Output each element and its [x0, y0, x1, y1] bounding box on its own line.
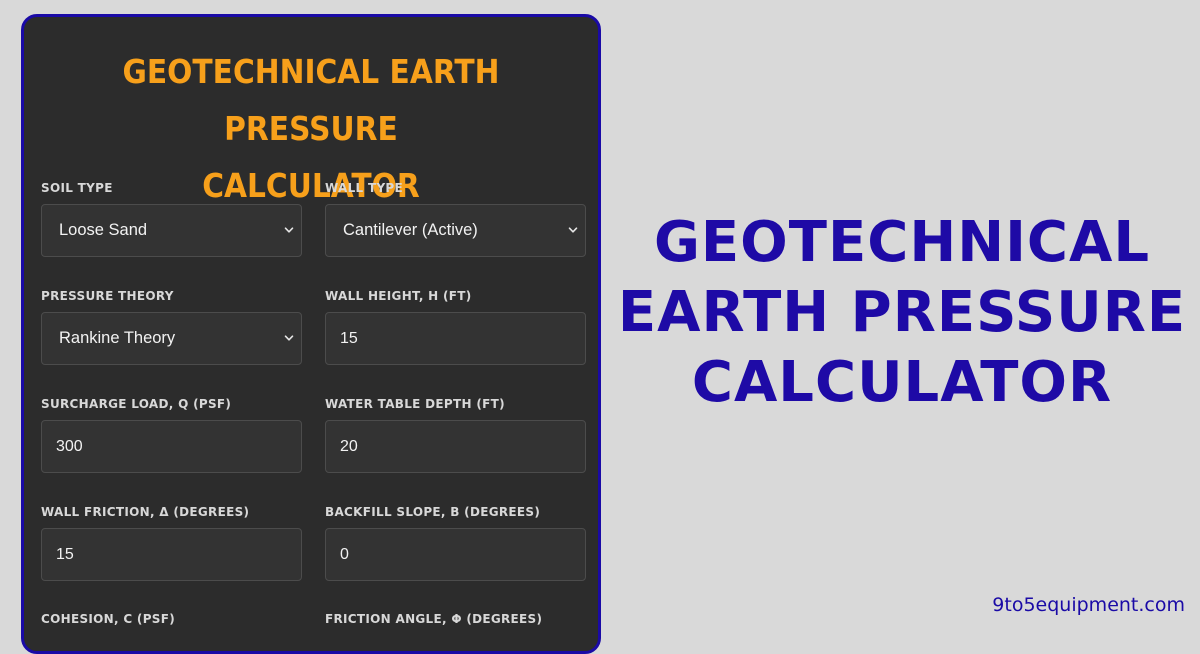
- hero-title-line3: CALCULATOR: [691, 350, 1113, 415]
- wall-type-label: WALL TYPE: [325, 181, 404, 195]
- wall-height-field: WALL HEIGHT, H (FT) 15: [325, 287, 586, 365]
- friction-angle-label: FRICTION ANGLE, Φ (DEGREES): [325, 612, 543, 626]
- backfill-slope-field: BACKFILL SLOPE, Β (DEGREES) 0: [325, 503, 586, 581]
- wall-friction-field: WALL FRICTION, Δ (DEGREES) 15: [41, 503, 302, 581]
- soil-type-select[interactable]: Loose Sand: [41, 204, 302, 257]
- water-table-depth-field: WATER TABLE DEPTH (FT) 20: [325, 395, 586, 473]
- wall-height-label: WALL HEIGHT, H (FT): [325, 289, 472, 303]
- pressure-theory-value: Rankine Theory: [59, 329, 176, 347]
- wall-type-field: WALL TYPE Cantilever (Active): [325, 179, 586, 257]
- surcharge-load-input[interactable]: 300: [41, 420, 302, 473]
- pressure-theory-label: PRESSURE THEORY: [41, 289, 174, 303]
- chevron-down-icon: [284, 335, 294, 341]
- chevron-down-icon: [284, 227, 294, 233]
- wall-type-value: Cantilever (Active): [343, 221, 478, 239]
- calculator-title-line1: GEOTECHNICAL EARTH PRESSURE: [122, 52, 500, 148]
- pressure-theory-field: PRESSURE THEORY Rankine Theory: [41, 287, 302, 365]
- cohesion-field: COHESION, C (PSF): [41, 610, 302, 628]
- backfill-slope-input[interactable]: 0: [325, 528, 586, 581]
- wall-friction-label: WALL FRICTION, Δ (DEGREES): [41, 505, 250, 519]
- soil-type-label: SOIL TYPE: [41, 181, 113, 195]
- hero-title-line2: EARTH PRESSURE: [617, 280, 1187, 345]
- wall-type-select[interactable]: Cantilever (Active): [325, 204, 586, 257]
- calculator-card: GEOTECHNICAL EARTH PRESSURE CALCULATOR S…: [21, 14, 601, 654]
- surcharge-load-label: SURCHARGE LOAD, Q (PSF): [41, 397, 232, 411]
- surcharge-load-field: SURCHARGE LOAD, Q (PSF) 300: [41, 395, 302, 473]
- chevron-down-icon: [568, 227, 578, 233]
- backfill-slope-label: BACKFILL SLOPE, Β (DEGREES): [325, 505, 541, 519]
- friction-angle-field: FRICTION ANGLE, Φ (DEGREES): [325, 610, 586, 628]
- hero-title-line1: GEOTECHNICAL: [653, 210, 1151, 275]
- pressure-theory-select[interactable]: Rankine Theory: [41, 312, 302, 365]
- soil-type-field: SOIL TYPE Loose Sand: [41, 179, 302, 257]
- site-url: 9to5equipment.com: [992, 594, 1185, 616]
- wall-height-input[interactable]: 15: [325, 312, 586, 365]
- wall-friction-input[interactable]: 15: [41, 528, 302, 581]
- hero-title: GEOTECHNICAL EARTH PRESSURE CALCULATOR: [612, 208, 1192, 418]
- water-table-depth-input[interactable]: 20: [325, 420, 586, 473]
- cohesion-label: COHESION, C (PSF): [41, 612, 176, 626]
- soil-type-value: Loose Sand: [59, 221, 148, 239]
- water-table-depth-label: WATER TABLE DEPTH (FT): [325, 397, 505, 411]
